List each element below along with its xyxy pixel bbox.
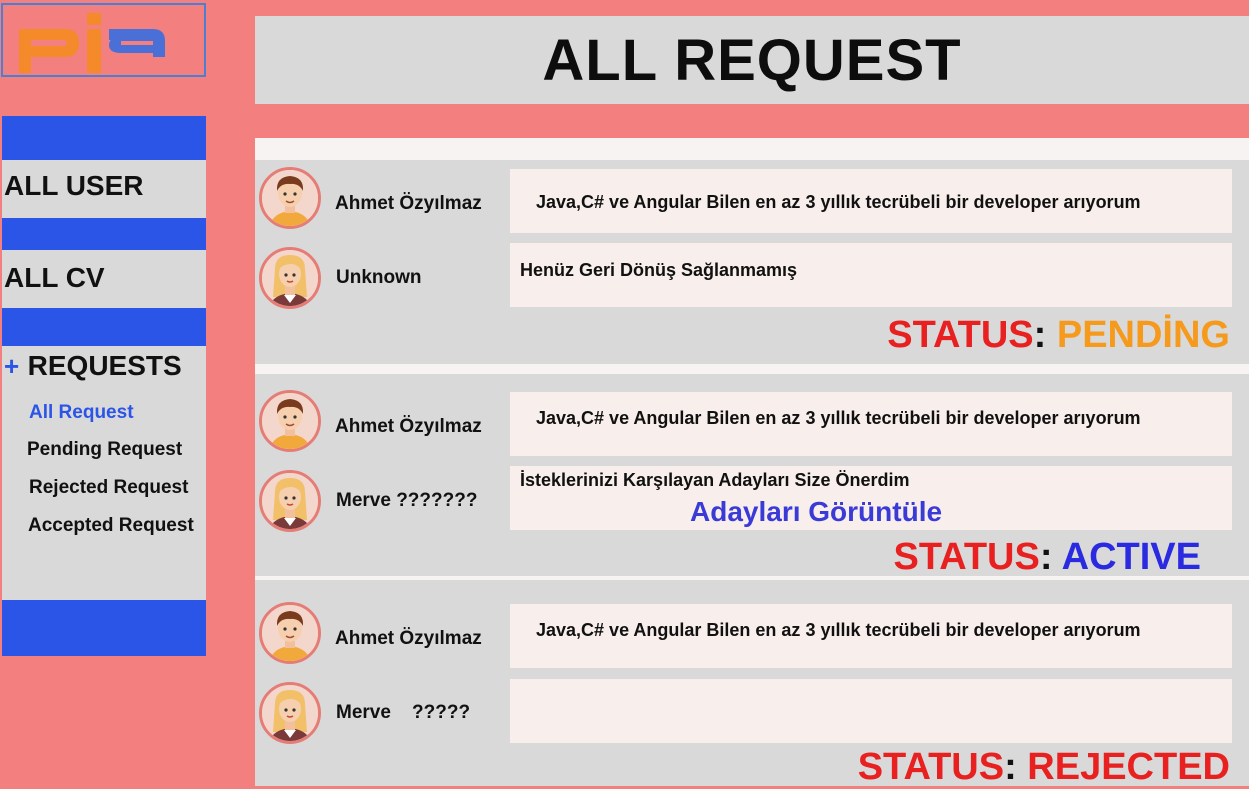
sidebar-item-all-user[interactable]: ALL USER: [2, 160, 206, 218]
sidebar-bar: [2, 218, 206, 250]
sidebar-item-label: ALL CV: [4, 262, 105, 293]
responder-name: Merve ???????: [336, 490, 478, 511]
status-value: PENDİNG: [1056, 314, 1230, 356]
avatar: [259, 470, 321, 532]
sidebar-subitem-all-request[interactable]: All Request: [29, 402, 134, 424]
card-separator: [255, 364, 1249, 374]
requester-name: Ahmet Özyılmaz: [335, 628, 482, 649]
request-message: Java,C# ve Angular Bilen en az 3 yıllık …: [510, 604, 1232, 668]
sidebar-item-all-cv[interactable]: ALL CV: [2, 250, 206, 308]
app-logo[interactable]: [1, 3, 206, 77]
status-value: ACTIVE: [1061, 536, 1201, 578]
status-colon: :: [1004, 746, 1017, 788]
avatar: [259, 682, 321, 744]
sidebar-subitem-rejected-request[interactable]: Rejected Request: [29, 477, 188, 499]
page-header: ALL REQUEST: [255, 16, 1249, 104]
status-line: STATUS: ACTIVE: [893, 536, 1201, 579]
status-label: STATUS: [893, 536, 1040, 578]
response-message: İsteklerinizi Karşılayan Adayları Size Ö…: [520, 470, 910, 490]
status-colon: :: [1033, 314, 1047, 356]
page-title: ALL REQUEST: [542, 27, 962, 93]
view-candidates-link[interactable]: Adayları Görüntüle: [690, 496, 942, 528]
request-message: Java,C# ve Angular Bilen en az 3 yıllık …: [510, 392, 1232, 456]
sidebar-bar-top: [2, 116, 206, 160]
status-label: STATUS: [887, 314, 1034, 356]
status-value: REJECTED: [1027, 746, 1230, 788]
sidebar-item-label: ALL USER: [4, 170, 144, 201]
responder-name: Merve ?????: [336, 702, 471, 723]
sidebar-subitem-accepted-request[interactable]: Accepted Request: [28, 515, 194, 537]
pia-logo-icon: [19, 13, 165, 73]
content-top-strip: [255, 138, 1249, 160]
responder-name: Unknown: [336, 267, 422, 288]
sidebar-bar-bottom: [2, 600, 206, 656]
response-message: [510, 679, 1232, 743]
request-card: Ahmet Özyılmaz Java,C# ve Angular Bilen …: [255, 160, 1249, 364]
sidebar-bar: [2, 308, 206, 346]
sidebar-subitem-pending-request[interactable]: Pending Request: [27, 439, 182, 461]
requester-name: Ahmet Özyılmaz: [335, 416, 482, 437]
avatar: [259, 247, 321, 309]
status-colon: :: [1039, 536, 1053, 578]
sidebar-requests-section: + REQUESTS All Request Pending Request R…: [2, 346, 206, 600]
request-card: Ahmet Özyılmaz Java,C# ve Angular Bilen …: [255, 580, 1249, 789]
avatar: [259, 390, 321, 452]
request-card: Ahmet Özyılmaz Java,C# ve Angular Bilen …: [255, 374, 1249, 579]
status-line: STATUS: REJECTED: [858, 746, 1230, 789]
status-label: STATUS: [857, 746, 1005, 788]
expand-plus-icon[interactable]: +: [4, 351, 19, 381]
avatar: [259, 602, 321, 664]
requester-name: Ahmet Özyılmaz: [335, 193, 482, 214]
request-message: Java,C# ve Angular Bilen en az 3 yıllık …: [510, 169, 1232, 233]
response-message: Henüz Geri Dönüş Sağlanmamış: [510, 243, 1232, 307]
status-line: STATUS: PENDİNG: [887, 314, 1230, 357]
sidebar-item-requests[interactable]: + REQUESTS: [4, 350, 182, 382]
sidebar-item-label: REQUESTS: [27, 350, 182, 381]
avatar: [259, 167, 321, 229]
